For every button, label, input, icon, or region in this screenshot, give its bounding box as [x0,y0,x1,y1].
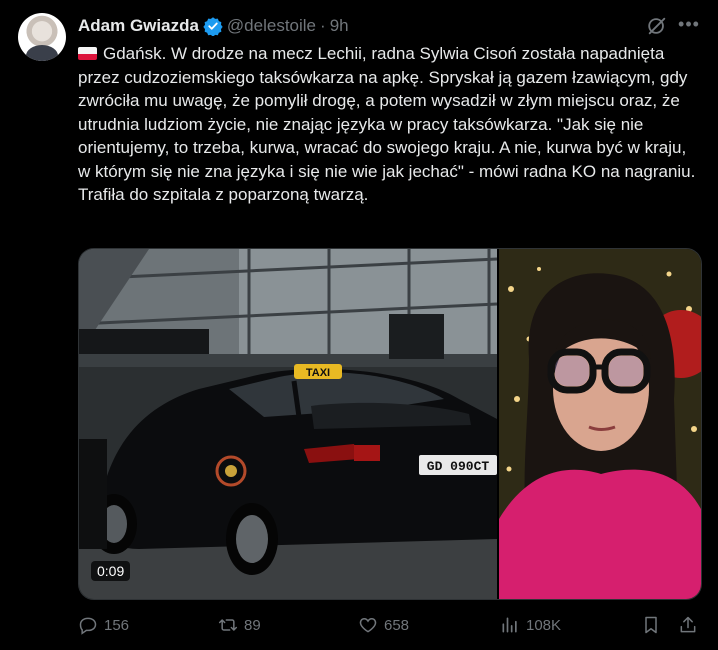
like-count: 658 [384,616,410,634]
heart-icon [359,617,377,633]
post-text-block: Gdańsk. W drodze na mecz Lechii, radna S… [78,42,702,207]
views-count: 108K [526,616,562,634]
reply-count: 156 [104,616,130,634]
more-options-icon[interactable]: ••• [677,12,701,36]
share-button[interactable] [678,612,698,638]
woman-portrait-illustration [499,249,701,599]
author-avatar[interactable] [18,13,66,61]
author-name[interactable]: Adam Gwiazda [78,16,199,36]
views-button[interactable]: 108K [500,612,561,638]
taxi-video-thumbnail[interactable]: TAXI GD 090CT 0:09 [79,249,497,599]
author-handle[interactable]: @delestoile [227,16,316,36]
post-header: Adam Gwiazda @delestoile · 9h [78,14,349,38]
post-media[interactable]: TAXI GD 090CT 0:09 [78,248,702,600]
selfie-photo[interactable] [499,249,701,599]
verified-badge-icon [203,17,223,36]
repost-button[interactable]: 89 [218,612,261,638]
license-plate-text: GD 090CT [427,459,490,474]
poland-flag-icon [78,47,97,60]
post-time[interactable]: 9h [330,16,349,36]
grok-icon[interactable] [646,15,668,37]
repost-icon [218,619,238,631]
views-chart-icon [502,617,517,633]
like-button[interactable]: 658 [358,612,409,638]
taxi-sign-text: TAXI [306,367,330,379]
taxi-scene-illustration: TAXI GD 090CT [79,249,497,599]
separator-dot: · [320,16,326,35]
share-icon [680,616,696,633]
reply-button[interactable]: 156 [78,612,129,638]
reply-icon [79,617,97,635]
post-text: Gdańsk. W drodze na mecz Lechii, radna S… [78,44,696,204]
bookmark-icon [645,616,657,634]
video-duration: 0:09 [91,561,131,581]
repost-count: 89 [244,616,261,634]
bookmark-button[interactable] [641,612,661,638]
action-bar: 156 89 658 108K [78,612,700,638]
